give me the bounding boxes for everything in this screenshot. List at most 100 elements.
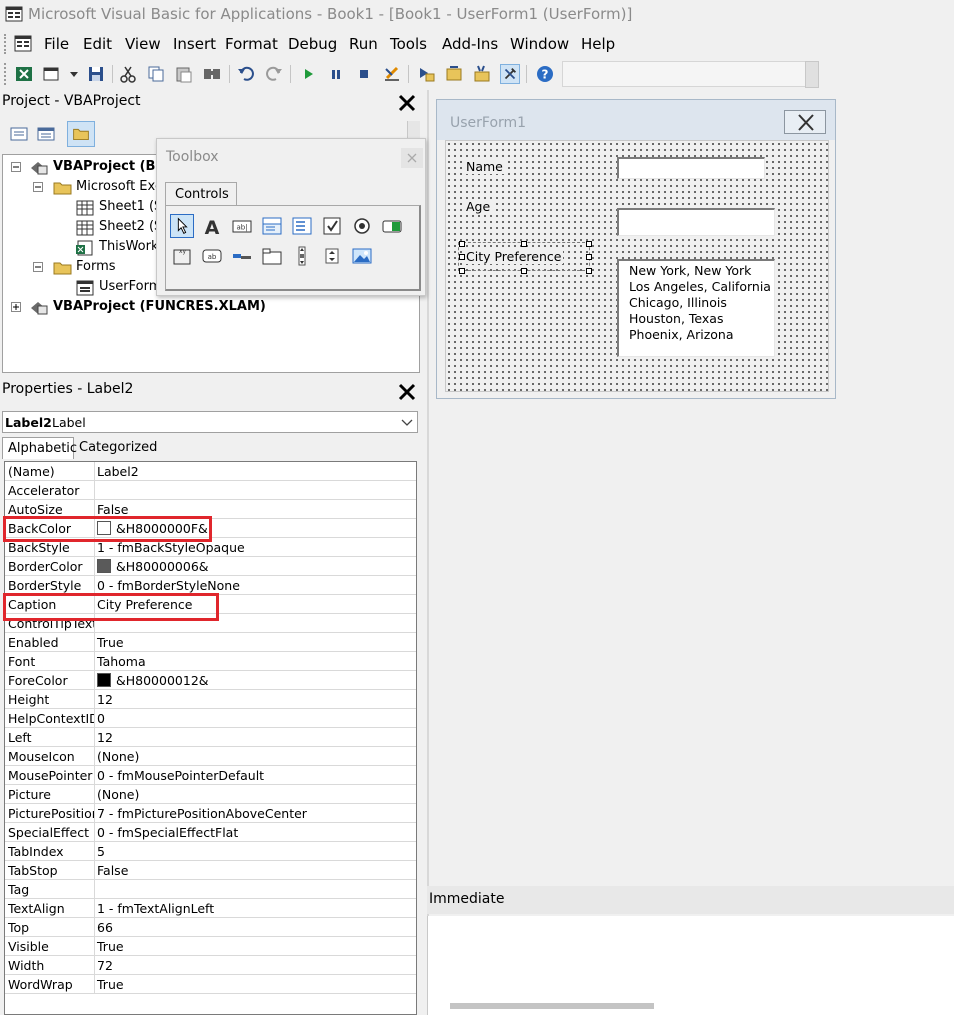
- property-value[interactable]: Label2: [97, 464, 139, 479]
- toolbox-icon[interactable]: [500, 64, 520, 84]
- collapse-icon[interactable]: [33, 262, 43, 272]
- property-value[interactable]: False: [97, 502, 128, 517]
- property-row[interactable]: Tag: [5, 880, 416, 899]
- property-row[interactable]: SpecialEffect 0 - fmSpecialEffectFlat: [5, 823, 416, 842]
- property-value[interactable]: True: [97, 977, 124, 992]
- userform-canvas[interactable]: Name Age City Preference New York, New Y…: [445, 140, 829, 392]
- collapse-icon[interactable]: [33, 182, 43, 192]
- cut-icon[interactable]: [118, 64, 138, 84]
- break-icon[interactable]: [326, 64, 346, 84]
- property-value[interactable]: 5: [97, 844, 105, 859]
- property-value[interactable]: (None): [97, 787, 139, 802]
- toggle-folders-icon[interactable]: [67, 121, 95, 147]
- menu-run[interactable]: Run: [349, 35, 378, 53]
- resize-handle[interactable]: [459, 268, 465, 274]
- object-selector[interactable]: Label2 Label: [2, 411, 418, 433]
- image-tool-icon[interactable]: [350, 244, 374, 268]
- redo-icon[interactable]: [264, 64, 284, 84]
- property-value[interactable]: True: [97, 939, 124, 954]
- find-icon[interactable]: [202, 64, 222, 84]
- name-textbox[interactable]: [617, 157, 765, 179]
- city-preference-label[interactable]: City Preference: [464, 249, 564, 264]
- dropdown-arrow-icon[interactable]: [64, 64, 84, 84]
- splitter[interactable]: [427, 90, 429, 1015]
- checkbox-tool-icon[interactable]: [320, 214, 344, 238]
- tab-categorized[interactable]: Categorized: [74, 437, 158, 459]
- resize-handle[interactable]: [459, 241, 465, 247]
- menu-grip[interactable]: [4, 34, 8, 54]
- property-row[interactable]: MouseIcon (None): [5, 747, 416, 766]
- menu-window[interactable]: Window: [510, 35, 569, 53]
- menu-edit[interactable]: Edit: [83, 35, 112, 53]
- property-row[interactable]: BorderColor &H80000006&: [5, 557, 416, 576]
- property-value[interactable]: &H80000012&: [116, 673, 209, 688]
- resize-handle[interactable]: [521, 241, 527, 247]
- tab-controls[interactable]: Controls: [165, 182, 237, 206]
- property-row[interactable]: MousePointer 0 - fmMousePointerDefault: [5, 766, 416, 785]
- chevron-down-icon[interactable]: [401, 418, 413, 428]
- select-objects-icon[interactable]: [170, 214, 194, 238]
- undo-icon[interactable]: [236, 64, 256, 84]
- property-row[interactable]: TextAlign 1 - fmTextAlignLeft: [5, 899, 416, 918]
- commandbutton-tool-icon[interactable]: ab: [200, 244, 224, 268]
- property-row[interactable]: Visible True: [5, 937, 416, 956]
- label-tool-icon[interactable]: A: [200, 214, 224, 238]
- property-row[interactable]: HelpContextID 0: [5, 709, 416, 728]
- age-label[interactable]: Age: [464, 199, 493, 214]
- listbox-tool-icon[interactable]: [290, 214, 314, 238]
- frame-tool-icon[interactable]: xy: [170, 244, 194, 268]
- copy-icon[interactable]: [146, 64, 166, 84]
- menu-file[interactable]: File: [44, 35, 69, 53]
- reset-icon[interactable]: [354, 64, 374, 84]
- property-value[interactable]: True: [97, 635, 124, 650]
- property-value[interactable]: 0: [97, 711, 105, 726]
- property-value[interactable]: 66: [97, 920, 113, 935]
- help-icon[interactable]: ?: [535, 64, 555, 84]
- list-item[interactable]: New York, New York: [629, 263, 774, 279]
- property-value[interactable]: False: [97, 863, 128, 878]
- view-object-icon[interactable]: [34, 123, 58, 145]
- property-row[interactable]: Height 12: [5, 690, 416, 709]
- property-value[interactable]: 1 - fmBackStyleOpaque: [97, 540, 245, 555]
- list-item[interactable]: Phoenix, Arizona: [629, 327, 774, 343]
- property-row[interactable]: Accelerator: [5, 481, 416, 500]
- multipage-tool-icon[interactable]: [260, 244, 284, 268]
- property-value[interactable]: 0 - fmBorderStyleNone: [97, 578, 240, 593]
- property-row[interactable]: Font Tahoma: [5, 652, 416, 671]
- property-row[interactable]: TabStop False: [5, 861, 416, 880]
- name-label[interactable]: Name: [464, 159, 505, 174]
- list-item[interactable]: Houston, Texas: [629, 311, 774, 327]
- userform-close-button[interactable]: [784, 110, 826, 134]
- tabstrip-tool-icon[interactable]: [230, 244, 254, 268]
- property-value[interactable]: 12: [97, 692, 113, 707]
- property-row[interactable]: WordWrap True: [5, 975, 416, 994]
- property-row[interactable]: Picture (None): [5, 785, 416, 804]
- property-row[interactable]: ForeColor &H80000012&: [5, 671, 416, 690]
- toolbar-overflow-icon[interactable]: [805, 61, 819, 88]
- run-icon[interactable]: [298, 64, 318, 84]
- excel-view-icon[interactable]: [14, 64, 34, 84]
- menu-add-ins[interactable]: Add-Ins: [442, 35, 498, 53]
- property-row[interactable]: TabIndex 5: [5, 842, 416, 861]
- immediate-input[interactable]: [427, 916, 954, 1015]
- horizontal-scrollbar[interactable]: [450, 1003, 654, 1009]
- toolbar-grip[interactable]: [4, 63, 8, 85]
- tree-node-funcres[interactable]: VBAProject (FUNCRES.XLAM): [3, 297, 419, 317]
- property-row[interactable]: Width 72: [5, 956, 416, 975]
- property-value[interactable]: 1 - fmTextAlignLeft: [97, 901, 214, 916]
- menu-view[interactable]: View: [125, 35, 161, 53]
- resize-handle[interactable]: [521, 268, 527, 274]
- view-code-icon[interactable]: [7, 123, 31, 145]
- tab-alphabetic[interactable]: Alphabetic: [2, 437, 77, 459]
- property-row[interactable]: Left 12: [5, 728, 416, 747]
- property-row[interactable]: Top 66: [5, 918, 416, 937]
- property-value[interactable]: 0 - fmSpecialEffectFlat: [97, 825, 238, 840]
- object-browser-icon[interactable]: [472, 64, 492, 84]
- property-value[interactable]: Tahoma: [97, 654, 146, 669]
- property-value[interactable]: (None): [97, 749, 139, 764]
- property-value[interactable]: 72: [97, 958, 113, 973]
- optionbutton-tool-icon[interactable]: [350, 214, 374, 238]
- properties-window-icon[interactable]: [444, 64, 464, 84]
- resize-handle[interactable]: [459, 254, 465, 260]
- city-listbox[interactable]: New York, New York Los Angeles, Californ…: [617, 259, 775, 357]
